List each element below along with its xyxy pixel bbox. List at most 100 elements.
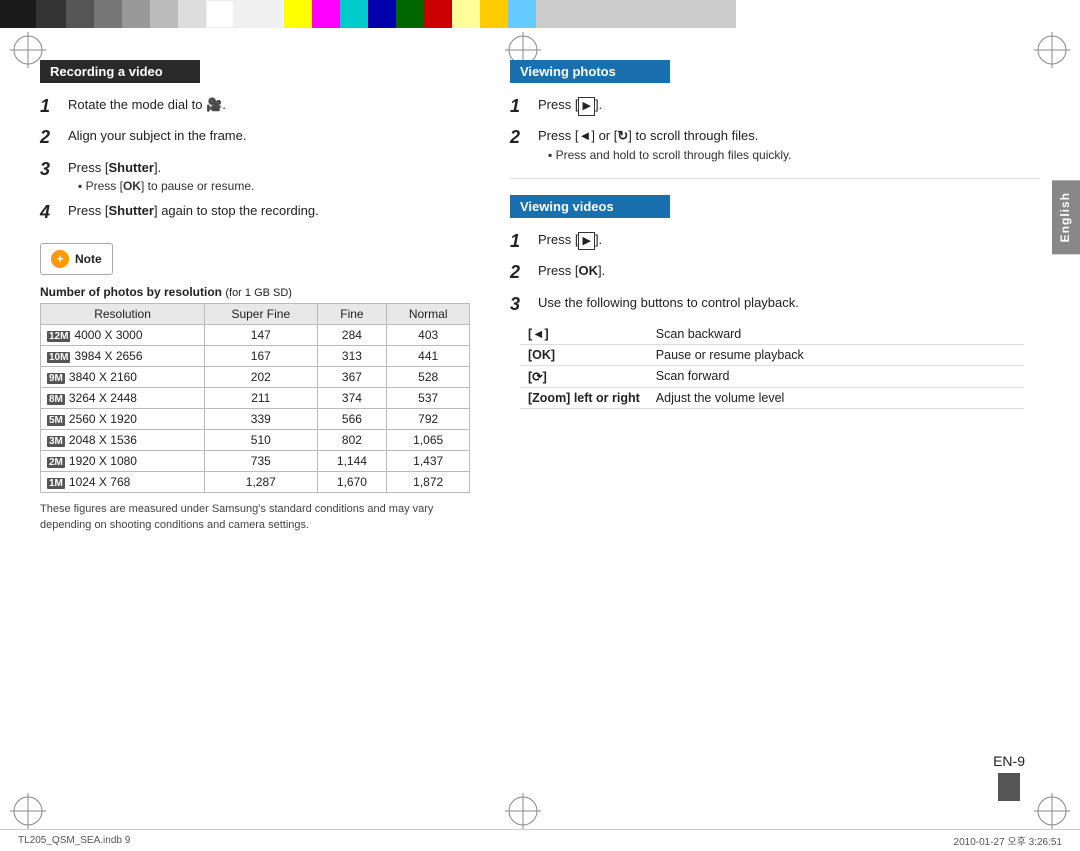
control-row: [◄] Scan backward	[520, 324, 1024, 345]
control-row: [Zoom] left or right Adjust the volume l…	[520, 388, 1024, 409]
footnote: These figures are measured under Samsung…	[40, 501, 470, 534]
vp-step-num-1: 1	[510, 95, 532, 118]
col-resolution: Resolution	[41, 303, 205, 324]
cell-sf: 211	[205, 387, 317, 408]
footer-left: TL205_QSM_SEA.indb 9	[18, 835, 130, 846]
left-column: Recording a video 1 Rotate the mode dial…	[30, 50, 490, 823]
col-fine: Fine	[317, 303, 387, 324]
footer-right: 2010-01-27 오후 3:26:51	[954, 833, 1062, 848]
recording-header: Recording a video	[40, 60, 200, 83]
cell-n: 792	[387, 408, 470, 429]
step-num-4: 4	[40, 201, 62, 224]
main-content: Recording a video 1 Rotate the mode dial…	[30, 50, 1050, 823]
control-row: [⟳] Scan forward	[520, 366, 1024, 388]
cell-sf: 510	[205, 429, 317, 450]
color-bar	[0, 0, 1080, 28]
vv-step-num-2: 2	[510, 261, 532, 284]
vv-step-text-1: Press [▶].	[538, 230, 602, 251]
cell-sf: 202	[205, 366, 317, 387]
vv-step-2: 2 Press [OK].	[510, 261, 1040, 284]
cell-res: 2M1920 X 1080	[41, 450, 205, 471]
control-desc: Scan backward	[648, 324, 1024, 345]
step-text-1: Rotate the mode dial to 🎥.	[68, 97, 226, 112]
cell-n: 403	[387, 324, 470, 345]
cell-res: 8M3264 X 2448	[41, 387, 205, 408]
step-3: 3 Press [Shutter]. Press [OK] to pause o…	[40, 158, 470, 194]
cell-sf: 1,287	[205, 471, 317, 492]
step-text-4: Press [Shutter] again to stop the record…	[68, 203, 319, 218]
table-row: 5M2560 X 1920 339 566 792	[41, 408, 470, 429]
step-2: 2 Align your subject in the frame.	[40, 126, 470, 149]
vv-step-num-1: 1	[510, 230, 532, 253]
step-4: 4 Press [Shutter] again to stop the reco…	[40, 201, 470, 224]
step-sub-3: Press [OK] to pause or resume.	[78, 179, 254, 193]
cell-res: 10M3984 X 2656	[41, 345, 205, 366]
control-key: [OK]	[520, 345, 648, 366]
control-desc: Adjust the volume level	[648, 388, 1024, 409]
note-icon: +	[51, 250, 69, 268]
cell-res: 5M2560 X 1920	[41, 408, 205, 429]
english-tab: English	[1052, 180, 1080, 254]
cell-sf: 735	[205, 450, 317, 471]
note-box: + Note	[40, 243, 113, 275]
cell-f: 1,144	[317, 450, 387, 471]
cell-res: 1M1024 X 768	[41, 471, 205, 492]
page-number-area: EN-9	[993, 753, 1025, 801]
col-superfine: Super Fine	[205, 303, 317, 324]
table-row: 2M1920 X 1080 735 1,144 1,437	[41, 450, 470, 471]
cell-n: 1,065	[387, 429, 470, 450]
viewing-videos-header: Viewing videos	[510, 195, 670, 218]
table-title: Number of photos by resolution (for 1 GB…	[40, 285, 470, 299]
cell-n: 528	[387, 366, 470, 387]
table-row: 10M3984 X 2656 167 313 441	[41, 345, 470, 366]
vp-step-text-1: Press [▶].	[538, 95, 602, 116]
cell-f: 374	[317, 387, 387, 408]
bottom-bar: TL205_QSM_SEA.indb 9 2010-01-27 오후 3:26:…	[0, 829, 1080, 851]
cell-sf: 339	[205, 408, 317, 429]
step-num-1: 1	[40, 95, 62, 118]
table-row: 3M2048 X 1536 510 802 1,065	[41, 429, 470, 450]
vv-step-3: 3 Use the following buttons to control p…	[510, 293, 1040, 316]
note-label: Note	[75, 252, 102, 266]
control-desc: Pause or resume playback	[648, 345, 1024, 366]
cell-n: 1,872	[387, 471, 470, 492]
section-divider	[510, 178, 1040, 179]
viewing-photos-section: Viewing photos 1 Press [▶]. 2 Press [◄] …	[510, 60, 1040, 162]
table-row: 8M3264 X 2448 211 374 537	[41, 387, 470, 408]
step-num-3: 3	[40, 158, 62, 181]
cell-n: 441	[387, 345, 470, 366]
cell-f: 566	[317, 408, 387, 429]
vp-step-2: 2 Press [◄] or [↻] to scroll through fil…	[510, 126, 1040, 162]
cell-f: 284	[317, 324, 387, 345]
vp-step-1: 1 Press [▶].	[510, 95, 1040, 118]
cell-res: 9M3840 X 2160	[41, 366, 205, 387]
cell-sf: 167	[205, 345, 317, 366]
control-desc: Scan forward	[648, 366, 1024, 388]
cell-f: 313	[317, 345, 387, 366]
control-row: [OK] Pause or resume playback	[520, 345, 1024, 366]
vv-step-text-2: Press [OK].	[538, 261, 605, 281]
step-text-3: Press [Shutter].	[68, 160, 161, 175]
control-key: [◄]	[520, 324, 648, 345]
vp-step-text-2: Press [◄] or [↻] to scroll through files…	[538, 128, 758, 143]
table-subtitle: (for 1 GB SD)	[225, 287, 292, 299]
vv-step-text-3: Use the following buttons to control pla…	[538, 293, 799, 313]
cell-f: 1,670	[317, 471, 387, 492]
cell-sf: 147	[205, 324, 317, 345]
table-row: 12M4000 X 3000 147 284 403	[41, 324, 470, 345]
step-num-2: 2	[40, 126, 62, 149]
table-row: 9M3840 X 2160 202 367 528	[41, 366, 470, 387]
vv-step-num-3: 3	[510, 293, 532, 316]
resolution-table: Resolution Super Fine Fine Normal 12M400…	[40, 303, 470, 493]
cell-f: 802	[317, 429, 387, 450]
cell-n: 537	[387, 387, 470, 408]
cell-res: 12M4000 X 3000	[41, 324, 205, 345]
viewing-videos-section: Viewing videos 1 Press [▶]. 2 Press [OK]…	[510, 195, 1040, 409]
cell-f: 367	[317, 366, 387, 387]
right-column: Viewing photos 1 Press [▶]. 2 Press [◄] …	[490, 50, 1050, 823]
vp-step-sub-2: Press and hold to scroll through files q…	[548, 148, 792, 162]
step-1: 1 Rotate the mode dial to 🎥.	[40, 95, 470, 118]
vv-step-1: 1 Press [▶].	[510, 230, 1040, 253]
cell-res: 3M2048 X 1536	[41, 429, 205, 450]
page-number-bar	[998, 773, 1020, 801]
